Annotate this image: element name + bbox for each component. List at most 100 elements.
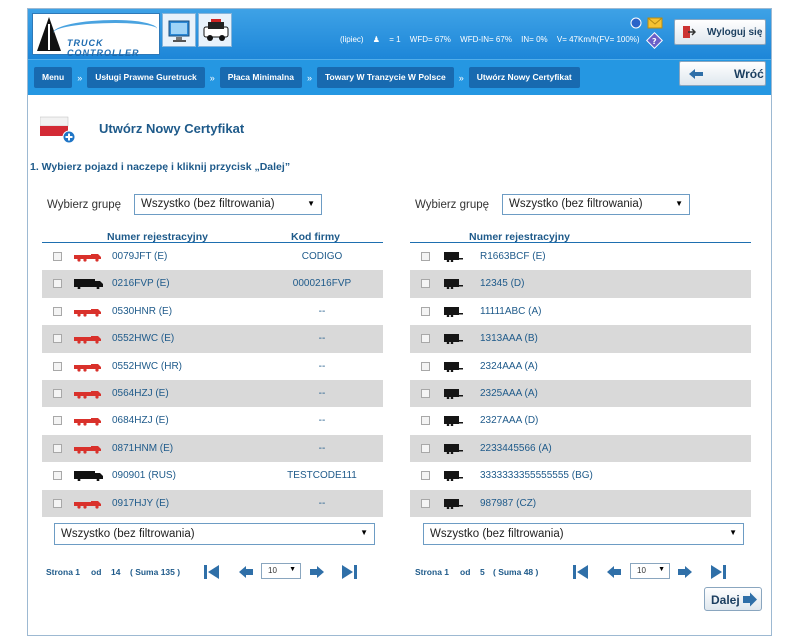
table-row[interactable]: 0079JFT (E) CODIGO <box>42 243 383 270</box>
left-filter-value: Wszystko (bez filtrowania) <box>61 528 195 540</box>
truck-red-icon <box>74 416 104 426</box>
row-checkbox[interactable] <box>53 361 62 371</box>
next-page-icon[interactable] <box>676 564 694 580</box>
table-row[interactable]: 2233445566 (A) <box>410 434 751 463</box>
registration-number: 0552HWC (E) <box>112 333 175 345</box>
row-checkbox[interactable] <box>53 388 62 398</box>
first-page-icon[interactable] <box>572 564 590 580</box>
row-checkbox[interactable] <box>421 334 430 344</box>
back-button[interactable]: Wróć <box>679 61 766 86</box>
registration-number: 2327AAA (D) <box>480 415 539 427</box>
left-per-page-select[interactable]: 10 ▼ <box>261 563 301 579</box>
next-button[interactable]: Dalej <box>704 587 762 611</box>
registration-number: 2324AAA (A) <box>480 360 538 372</box>
table-row[interactable]: 1313AAA (B) <box>410 325 751 353</box>
trailer-icon <box>442 306 472 318</box>
table-row[interactable]: 3333333355555555 (BG) <box>410 462 751 489</box>
left-group-value: Wszystko (bez filtrowania) <box>141 198 275 210</box>
company-code: -- <box>318 333 326 345</box>
previous-page-icon[interactable] <box>237 564 255 580</box>
top-bar: TRUCK CONTROLLER (lipiec) ♟ = 1 WFD= 67%… <box>28 9 771 59</box>
trailer-icon <box>442 334 472 345</box>
row-checkbox[interactable] <box>53 416 62 426</box>
right-group-select[interactable]: Wszystko (bez filtrowania) ▼ <box>502 194 690 215</box>
truck-red-icon <box>74 252 104 262</box>
first-page-icon[interactable] <box>203 564 221 580</box>
truck-black-icon <box>74 471 104 482</box>
table-row[interactable]: 0552HWC (HR) -- <box>42 353 383 380</box>
breadcrumb-minimum-wage[interactable]: Płaca Minimalna <box>219 67 302 88</box>
right-filter-select[interactable]: Wszystko (bez filtrowania) ▼ <box>423 523 744 545</box>
registration-number: 0684HZJ (E) <box>112 415 169 427</box>
row-checkbox[interactable] <box>53 471 62 481</box>
mail-icon[interactable] <box>647 17 663 29</box>
row-checkbox[interactable] <box>421 416 430 426</box>
row-checkbox[interactable] <box>53 443 62 453</box>
left-filter-select[interactable]: Wszystko (bez filtrowania) ▼ <box>54 523 375 545</box>
row-checkbox[interactable] <box>53 252 62 261</box>
notification-icons: ? <box>628 15 668 53</box>
registration-number: 2325AAA (A) <box>480 387 538 399</box>
table-row[interactable]: 987987 (CZ) <box>410 489 751 517</box>
right-per-page-select[interactable]: 10 ▼ <box>630 563 670 579</box>
right-total-pages: 5 <box>480 567 485 577</box>
table-row[interactable]: R1663BCF (E) <box>410 243 751 270</box>
table-row[interactable]: 12345 (D) <box>410 270 751 298</box>
last-page-icon[interactable] <box>709 564 727 580</box>
table-row[interactable]: 0917HJY (E) -- <box>42 489 383 517</box>
table-row[interactable]: 0530HNR (E) -- <box>42 298 383 325</box>
globe-icon[interactable] <box>630 17 642 29</box>
help-icon[interactable]: ? <box>646 32 663 49</box>
registration-number: 0917HJY (E) <box>112 497 170 509</box>
breadcrumb-separator: » <box>77 72 83 83</box>
registration-number: 0552HWC (HR) <box>112 360 183 372</box>
row-checkbox[interactable] <box>421 443 430 453</box>
last-page-icon[interactable] <box>340 564 358 580</box>
row-checkbox[interactable] <box>421 498 430 508</box>
left-group-select[interactable]: Wszystko (bez filtrowania) ▼ <box>134 194 322 215</box>
table-row[interactable]: 0871HNM (E) -- <box>42 434 383 463</box>
trailer-icon <box>442 443 472 455</box>
row-checkbox[interactable] <box>421 388 430 398</box>
row-checkbox[interactable] <box>53 306 62 316</box>
left-group-label: Wybierz grupę <box>47 199 122 211</box>
breadcrumb-separator: » <box>209 72 215 83</box>
logout-button[interactable]: Wyloguj się <box>674 19 766 45</box>
table-row[interactable]: 0684HZJ (E) -- <box>42 407 383 434</box>
table-row[interactable]: 2325AAA (A) <box>410 379 751 408</box>
row-checkbox[interactable] <box>421 306 430 316</box>
table-row[interactable]: 2327AAA (D) <box>410 407 751 434</box>
row-checkbox[interactable] <box>421 361 430 371</box>
row-checkbox[interactable] <box>421 471 430 481</box>
status-in: IN= 0% <box>521 35 548 44</box>
row-checkbox[interactable] <box>53 334 62 344</box>
row-checkbox[interactable] <box>53 279 62 289</box>
breadcrumb-menu[interactable]: Menu <box>34 67 73 88</box>
row-checkbox[interactable] <box>421 279 430 289</box>
computer-monitor-icon[interactable] <box>162 13 196 47</box>
truck-controller-logo[interactable]: TRUCK CONTROLLER <box>32 13 160 58</box>
registration-number: 1313AAA (B) <box>480 333 538 345</box>
table-row[interactable]: 0552HWC (E) -- <box>42 325 383 353</box>
table-row[interactable]: 090901 (RUS) TESTCODE111 <box>42 462 383 489</box>
previous-page-icon[interactable] <box>605 564 623 580</box>
table-row[interactable]: 11111ABC (A) <box>410 298 751 325</box>
trailer-icon <box>442 279 472 290</box>
table-row[interactable]: 0216FVP (E) 0000216FVP <box>42 270 383 298</box>
row-checkbox[interactable] <box>421 252 430 261</box>
truck-red-icon <box>74 362 104 372</box>
driver-icon: ♟ <box>372 35 380 44</box>
company-code: -- <box>318 387 326 399</box>
vehicle-table: Numer rejestracyjny Kod firmy 0079JFT (E… <box>42 231 383 517</box>
breadcrumb-goods-in-transit[interactable]: Towary W Tranzycie W Polsce <box>316 67 454 88</box>
table-row[interactable]: 0564HZJ (E) -- <box>42 379 383 408</box>
next-page-icon[interactable] <box>308 564 326 580</box>
company-code: CODIGO <box>301 251 343 262</box>
police-car-icon[interactable] <box>198 13 232 47</box>
col-registration-header: Numer rejestracyjny <box>107 231 208 243</box>
table-row[interactable]: 2324AAA (A) <box>410 353 751 380</box>
registration-number: 0564HZJ (E) <box>112 387 169 399</box>
breadcrumb-legal-services[interactable]: Usługi Prawne Guretruck <box>87 67 205 88</box>
row-checkbox[interactable] <box>53 498 62 508</box>
back-label: Wróć <box>734 67 764 81</box>
